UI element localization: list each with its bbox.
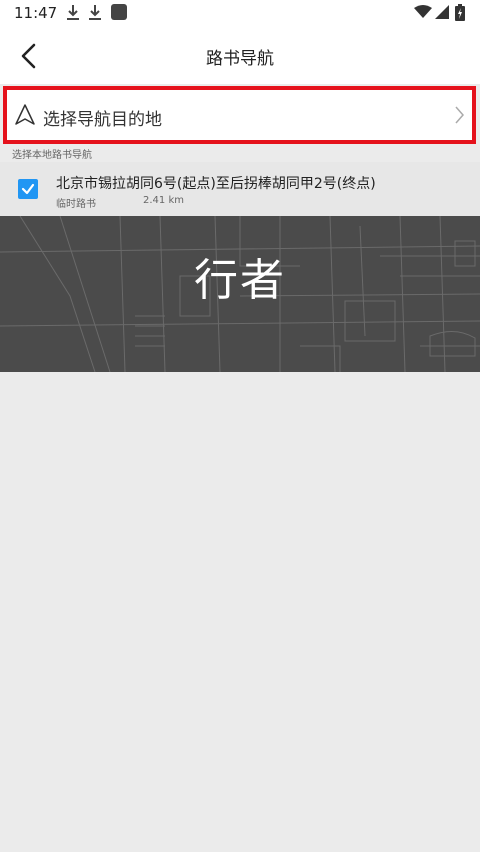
screen: 11:47 路书导航 选择导航目的地 选择本地路书导航 北京市锡拉胡同6号(起点… bbox=[0, 0, 480, 852]
app-header: 路书导航 bbox=[0, 28, 480, 84]
app-notification-icon bbox=[111, 4, 127, 20]
download-icon bbox=[89, 5, 101, 20]
brand-logo: 行者 bbox=[194, 255, 286, 306]
signal-icon bbox=[435, 5, 449, 19]
wifi-icon bbox=[414, 5, 432, 18]
route-checkbox[interactable] bbox=[18, 179, 38, 199]
route-type: 临时路书 bbox=[56, 199, 96, 210]
select-destination-button[interactable]: 选择导航目的地 bbox=[3, 86, 476, 144]
map-banner: 行者 bbox=[0, 216, 480, 372]
checkmark-icon bbox=[21, 183, 35, 195]
route-title: 北京市锡拉胡同6号(起点)至后拐棒胡同甲2号(终点) bbox=[56, 176, 376, 192]
route-distance: 2.41 km bbox=[143, 195, 184, 206]
page-title: 路书导航 bbox=[206, 49, 274, 69]
destination-label: 选择导航目的地 bbox=[43, 110, 162, 130]
route-list-item[interactable]: 北京市锡拉胡同6号(起点)至后拐棒胡同甲2号(终点) 临时路书 2.41 km bbox=[0, 162, 480, 216]
status-time: 11:47 bbox=[14, 4, 58, 22]
status-bar: 11:47 bbox=[0, 0, 480, 28]
section-caption: 选择本地路书导航 bbox=[12, 150, 92, 161]
chevron-right-icon bbox=[455, 106, 464, 124]
battery-icon bbox=[455, 4, 465, 21]
download-icon bbox=[67, 5, 79, 20]
navigation-arrow-icon bbox=[15, 104, 35, 125]
